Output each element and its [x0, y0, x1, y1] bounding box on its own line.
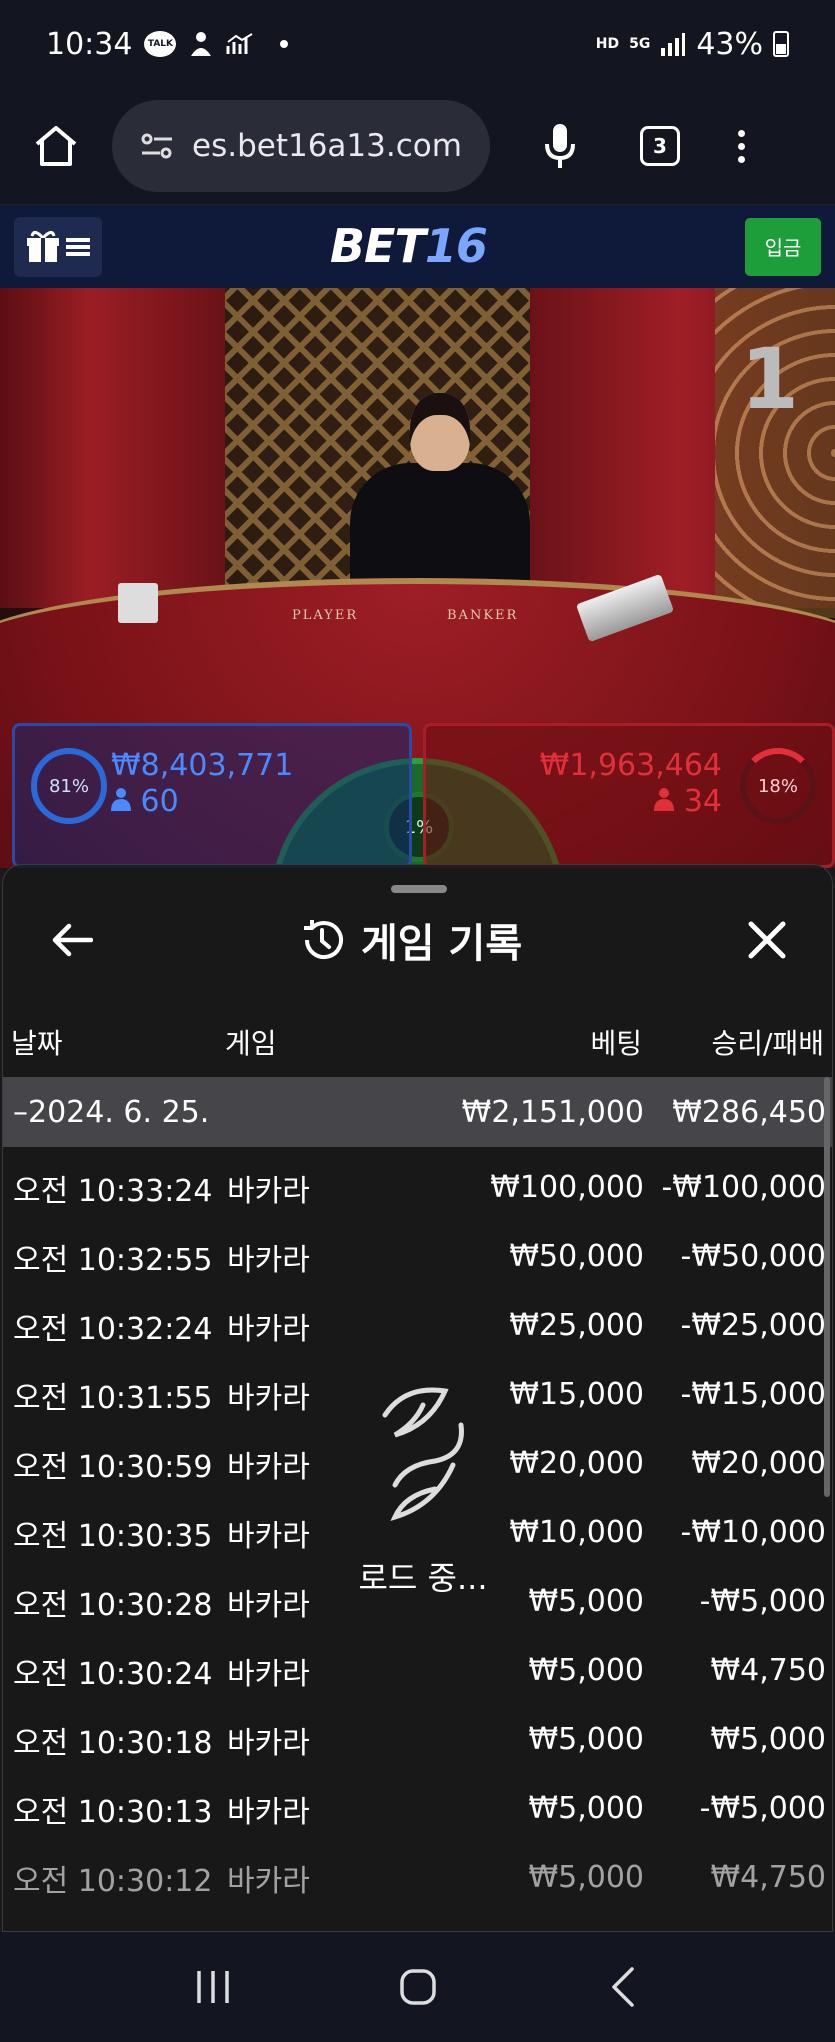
modal-title: 게임 기록 — [299, 911, 522, 969]
dealer — [350, 393, 530, 603]
player-bet-panel[interactable]: 81% ₩8,403,771 60 — [12, 723, 412, 868]
kakaotalk-icon: TALK — [144, 31, 177, 57]
site-header: BET16 입금 — [0, 204, 835, 288]
scrollbar[interactable] — [824, 1077, 830, 1497]
chart-icon — [226, 32, 254, 56]
deposit-button[interactable]: 입금 — [745, 217, 821, 276]
history-row[interactable]: 오전 10:30:24 바카라 ₩5,000 ₩4,750 — [3, 1636, 832, 1705]
loading-spinner-icon — [382, 1387, 464, 1521]
player-bettor-count: 60 — [111, 784, 179, 819]
5g-icon: 5G — [629, 36, 651, 52]
banker-percent-ring: 18% — [740, 748, 816, 824]
column-header-game: 게임 — [225, 1027, 277, 1060]
history-row[interactable]: 오전 10:30:18 바카라 ₩5,000 ₩5,000 — [3, 1705, 832, 1774]
banker-bettor-count: 34 — [654, 784, 722, 819]
history-row[interactable]: 오전 10:30:13 바카라 ₩5,000 -₩5,000 — [3, 1774, 832, 1843]
arrow-left-icon — [52, 923, 93, 957]
home-nav-icon — [399, 1969, 436, 2005]
loading-text: 로드 중... — [358, 1559, 488, 1597]
gift-icon — [27, 230, 59, 262]
voice-search-button[interactable] — [530, 116, 590, 176]
back-nav-button[interactable] — [593, 1957, 653, 2017]
home-button[interactable] — [26, 116, 86, 176]
history-icon — [304, 920, 343, 960]
person-icon — [654, 788, 675, 811]
loading-indicator: 로드 중... — [353, 1385, 493, 1645]
date-group-winloss-total: ₩286,450 — [672, 1094, 826, 1130]
column-header-date: 날짜 — [11, 1027, 63, 1060]
date-group-date: –2024. 6. 25. — [13, 1094, 210, 1130]
microphone-icon — [545, 124, 575, 168]
close-icon — [748, 921, 786, 959]
column-header-bet: 베팅 — [590, 1027, 642, 1060]
system-nav-bar — [0, 1932, 835, 2042]
felt-banker-label: BANKER — [447, 608, 519, 623]
address-bar[interactable]: es.bet16a13.com — [112, 100, 490, 192]
banker-bet-panel[interactable]: ₩1,963,464 34 18% — [423, 723, 835, 868]
date-group-bet-total: ₩2,151,000 — [461, 1094, 644, 1130]
history-row[interactable]: 오전 10:32:55 바카라 ₩50,000 -₩50,000 — [3, 1222, 832, 1291]
hd-voice-icon: HD — [595, 36, 620, 52]
site-logo[interactable]: BET16 — [330, 219, 488, 273]
recent-apps-icon — [196, 1971, 229, 2003]
recent-apps-button[interactable] — [183, 1957, 243, 2017]
battery-icon — [773, 31, 789, 57]
game-history-modal: 게임 기록 날짜 게임 베팅 승리/패배 –2024. 6. 25. ₩2,15… — [2, 864, 833, 1932]
curtain-left — [0, 288, 225, 608]
card-discard — [118, 583, 158, 623]
battery-percent: 43% — [696, 26, 763, 62]
history-row[interactable]: 오전 10:32:24 바카라 ₩25,000 -₩25,000 — [3, 1291, 832, 1360]
banker-bet-amount: ₩1,963,464 — [539, 748, 722, 783]
browser-menu-button[interactable] — [738, 129, 745, 163]
felt-player-label: PLAYER — [292, 608, 359, 623]
hamburger-icon — [66, 237, 90, 256]
tab-switcher-button[interactable]: 3 — [640, 126, 680, 166]
home-nav-button[interactable] — [388, 1957, 448, 2017]
back-nav-icon — [611, 1967, 634, 2007]
live-dealer-video: 1 PLAYER BANKER 1% 81% ₩8,403,771 60 ₩1,… — [0, 288, 835, 868]
drag-handle[interactable] — [391, 885, 447, 893]
person-icon — [111, 788, 131, 811]
url-text: es.bet16a13.com — [192, 128, 462, 164]
browser-toolbar: es.bet16a13.com 3 — [0, 88, 835, 204]
back-button[interactable] — [47, 915, 97, 965]
player-percent-ring: 81% — [31, 748, 107, 824]
player-bet-amount: ₩8,403,771 — [111, 748, 294, 783]
signal-icon — [660, 32, 686, 56]
more-notifications-dot — [280, 40, 289, 48]
notification-icon — [188, 30, 214, 58]
gift-menu-button[interactable] — [14, 216, 102, 277]
site-settings-icon[interactable] — [140, 131, 174, 161]
clock: 10:34 — [46, 26, 133, 62]
table-number: 1 — [740, 330, 799, 428]
column-header-winloss: 승리/패배 — [711, 1027, 824, 1060]
date-group-row[interactable]: –2024. 6. 25. ₩2,151,000 ₩286,450 — [3, 1077, 832, 1147]
history-row[interactable]: 오전 10:30:12 바카라 ₩5,000 ₩4,750 — [3, 1843, 832, 1912]
history-row[interactable]: 오전 10:33:24 바카라 ₩100,000 -₩100,000 — [3, 1153, 832, 1222]
close-button[interactable] — [742, 915, 792, 965]
status-bar: 10:34 TALK HD 5G 43% — [0, 0, 835, 88]
home-icon — [35, 126, 77, 166]
